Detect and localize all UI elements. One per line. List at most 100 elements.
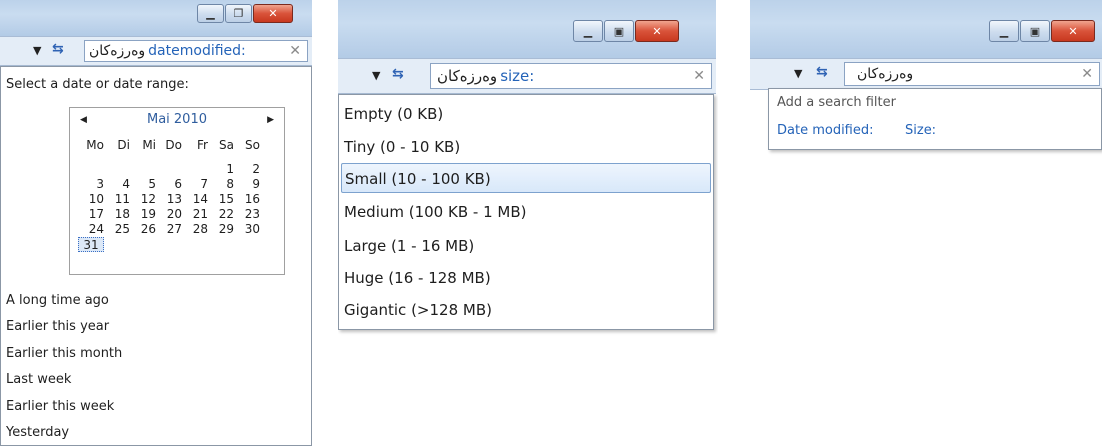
- search-token: datemodified:: [148, 43, 246, 59]
- size-option-small[interactable]: Small (10 - 100 KB): [341, 163, 711, 193]
- chevron-down-icon[interactable]: ▼: [794, 67, 802, 80]
- calendar-day[interactable]: 25: [104, 222, 130, 237]
- refresh-icon[interactable]: ⇆: [52, 41, 64, 57]
- calendar-day[interactable]: 21: [182, 207, 208, 222]
- date-option[interactable]: A long time ago: [6, 293, 109, 308]
- calendar-week: 12: [78, 162, 260, 177]
- date-picker-dropdown: Select a date or date range: ◀ Mai 2010 …: [0, 66, 312, 446]
- refresh-icon[interactable]: ⇆: [392, 66, 404, 82]
- calendar-day[interactable]: 29: [208, 222, 234, 237]
- search-input[interactable]: وەرزەکان ✕: [844, 62, 1100, 86]
- close-button[interactable]: ✕: [635, 20, 679, 42]
- restore-button[interactable]: ❐: [225, 4, 252, 23]
- size-option-medium[interactable]: Medium (100 KB - 1 MB): [341, 197, 711, 227]
- date-filter-window: ▁ ❐ ✕ ▼ ⇆ وەرزەکان datemodified: ✕ Selec…: [0, 0, 312, 446]
- calendar-day-selected[interactable]: 31: [78, 237, 104, 252]
- calendar-grid: Mo Di Mi Do Fr Sa So 1 2 3 4 5 6 7 8 9 10 11 12 13 14…: [78, 138, 260, 252]
- calendar-day[interactable]: 6: [156, 177, 182, 192]
- calendar-days: 1 2 3 4 5 6 7 8 9 10 11 12 13 14 15 16 17 18 19 20 21 22 23 24 2…: [78, 162, 260, 252]
- calendar: ◀ Mai 2010 ▶ Mo Di Mi Do Fr Sa So 123456…: [69, 107, 285, 275]
- weekday: So: [245, 138, 260, 152]
- calendar-day[interactable]: 20: [156, 207, 182, 222]
- minimize-button[interactable]: ▁: [989, 20, 1019, 42]
- close-icon: ✕: [1068, 24, 1078, 38]
- calendar-day[interactable]: 7: [182, 177, 208, 192]
- calendar-empty-cell: [156, 237, 182, 252]
- clear-search-icon[interactable]: ✕: [693, 68, 705, 84]
- calendar-day[interactable]: 10: [78, 192, 104, 207]
- calendar-day[interactable]: 9: [234, 177, 260, 192]
- date-option[interactable]: Earlier this year: [6, 319, 109, 334]
- date-option[interactable]: Earlier this month: [6, 346, 122, 361]
- calendar-empty-cell: [156, 162, 182, 177]
- close-button[interactable]: ✕: [1051, 20, 1095, 42]
- date-option[interactable]: Yesterday: [6, 425, 69, 440]
- calendar-day[interactable]: 5: [130, 177, 156, 192]
- minimize-icon: ▁: [206, 7, 215, 20]
- minimize-icon: ▁: [999, 24, 1009, 38]
- search-text: وەرزەکان: [437, 67, 498, 85]
- calendar-day[interactable]: 8: [208, 177, 234, 192]
- calendar-day[interactable]: 1: [208, 162, 234, 177]
- calendar-day[interactable]: 3: [78, 177, 104, 192]
- minimize-button[interactable]: ▁: [573, 20, 603, 42]
- title-bar: ▁ ▣ ✕: [750, 0, 1102, 58]
- close-button[interactable]: ✕: [253, 4, 293, 23]
- title-bar: ▁ ▣ ✕: [338, 0, 716, 58]
- size-option-empty[interactable]: Empty (0 KB): [341, 99, 711, 129]
- search-filter-window: ▁ ▣ ✕ ▼ ⇆ وەرزەکان ✕ Add a search filter…: [750, 0, 1102, 160]
- maximize-button[interactable]: ▣: [1020, 20, 1050, 42]
- title-bar: ▁ ❐ ✕: [0, 0, 312, 36]
- size-filter-window: ▁ ▣ ✕ ▼ ⇆ وەرزەکان size: ✕ Empty (0 KB) …: [338, 0, 718, 340]
- search-input[interactable]: وەرزەکان datemodified: ✕: [84, 40, 308, 62]
- calendar-day[interactable]: 17: [78, 207, 104, 222]
- search-input[interactable]: وەرزەکان size: ✕: [430, 63, 712, 89]
- calendar-day[interactable]: 16: [234, 192, 260, 207]
- clear-search-icon[interactable]: ✕: [1081, 66, 1093, 82]
- calendar-day[interactable]: 11: [104, 192, 130, 207]
- calendar-day[interactable]: 30: [234, 222, 260, 237]
- weekday: Do: [165, 138, 182, 152]
- size-option-gigantic[interactable]: Gigantic (>128 MB): [341, 295, 711, 325]
- calendar-day[interactable]: 23: [234, 207, 260, 222]
- calendar-day[interactable]: 13: [156, 192, 182, 207]
- minimize-button[interactable]: ▁: [197, 4, 224, 23]
- calendar-empty-cell: [208, 237, 234, 252]
- calendar-day[interactable]: 22: [208, 207, 234, 222]
- address-row: ▼ ⇆ وەرزەکان size: ✕: [338, 58, 716, 94]
- size-option-large[interactable]: Large (1 - 16 MB): [341, 231, 711, 261]
- calendar-day[interactable]: 28: [182, 222, 208, 237]
- filter-date-modified[interactable]: Date modified:: [777, 123, 874, 138]
- chevron-down-icon[interactable]: ▼: [372, 69, 380, 82]
- calendar-month[interactable]: Mai 2010: [70, 112, 284, 127]
- search-token: size:: [500, 67, 535, 85]
- calendar-day[interactable]: 18: [104, 207, 130, 222]
- refresh-icon[interactable]: ⇆: [816, 64, 828, 80]
- search-filter-dropdown: Add a search filter Date modified: Size:: [768, 88, 1102, 150]
- calendar-day[interactable]: 2: [234, 162, 260, 177]
- date-option[interactable]: Earlier this week: [6, 399, 114, 414]
- calendar-empty-cell: [130, 237, 156, 252]
- date-option[interactable]: Last week: [6, 372, 71, 387]
- clear-search-icon[interactable]: ✕: [289, 43, 301, 59]
- weekday: Fr: [197, 138, 208, 152]
- search-text: وەرزەکان: [89, 43, 146, 59]
- filter-size[interactable]: Size:: [905, 123, 936, 138]
- calendar-day[interactable]: 24: [78, 222, 104, 237]
- size-option-tiny[interactable]: Tiny (0 - 10 KB): [341, 132, 711, 162]
- next-month-icon[interactable]: ▶: [267, 115, 274, 125]
- calendar-day[interactable]: 12: [130, 192, 156, 207]
- calendar-day[interactable]: 15: [208, 192, 234, 207]
- calendar-day[interactable]: 14: [182, 192, 208, 207]
- size-option-huge[interactable]: Huge (16 - 128 MB): [341, 263, 711, 293]
- calendar-day[interactable]: 4: [104, 177, 130, 192]
- maximize-icon: ▣: [613, 24, 625, 38]
- calendar-day[interactable]: 27: [156, 222, 182, 237]
- calendar-empty-cell: [78, 162, 104, 177]
- address-row: ▼ ⇆ وەرزەکان ✕: [750, 58, 1102, 90]
- chevron-down-icon[interactable]: ▼: [33, 44, 41, 57]
- search-text: وەرزەکان: [857, 66, 914, 82]
- calendar-day[interactable]: 26: [130, 222, 156, 237]
- calendar-day[interactable]: 19: [130, 207, 156, 222]
- maximize-button[interactable]: ▣: [604, 20, 634, 42]
